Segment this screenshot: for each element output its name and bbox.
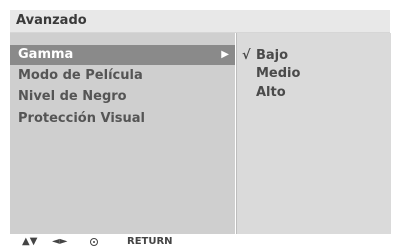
title-bar: Avanzado xyxy=(10,10,390,33)
menu-title: Avanzado xyxy=(16,13,87,28)
menu-item-label: Protección Visual xyxy=(18,111,145,126)
option-label: Alto xyxy=(256,85,286,100)
footer-help-bar: ▲▼ ◄► RETURN xyxy=(10,235,390,249)
menu-item-gamma[interactable]: Gamma ▶ xyxy=(10,45,235,65)
option-label: Bajo xyxy=(256,48,289,63)
ok-circle-icon xyxy=(90,238,98,246)
left-right-arrows-icon: ◄► xyxy=(52,236,68,247)
menu-item-label: Nivel de Negro xyxy=(18,89,127,104)
up-down-arrows-icon: ▲▼ xyxy=(22,236,38,247)
menu-item-nivel-de-negro[interactable]: Nivel de Negro xyxy=(10,87,235,107)
menu-item-label: Gamma xyxy=(18,47,74,62)
check-mark-icon: √ xyxy=(242,48,251,63)
option-bajo[interactable]: √ Bajo xyxy=(242,47,288,65)
option-alto[interactable]: Alto xyxy=(242,84,286,102)
osd-menu-window: Avanzado Gamma ▶ Modo de Película Nivel … xyxy=(10,10,391,249)
triangle-right-icon: ▶ xyxy=(221,49,229,60)
menu-item-label: Modo de Película xyxy=(18,68,143,83)
option-label: Medio xyxy=(256,66,301,81)
return-label: RETURN xyxy=(127,236,173,247)
menu-item-proteccion-visual[interactable]: Protección Visual xyxy=(10,109,235,129)
menu-item-modo-de-pelicula[interactable]: Modo de Película xyxy=(10,66,235,86)
option-medio[interactable]: Medio xyxy=(242,65,300,83)
